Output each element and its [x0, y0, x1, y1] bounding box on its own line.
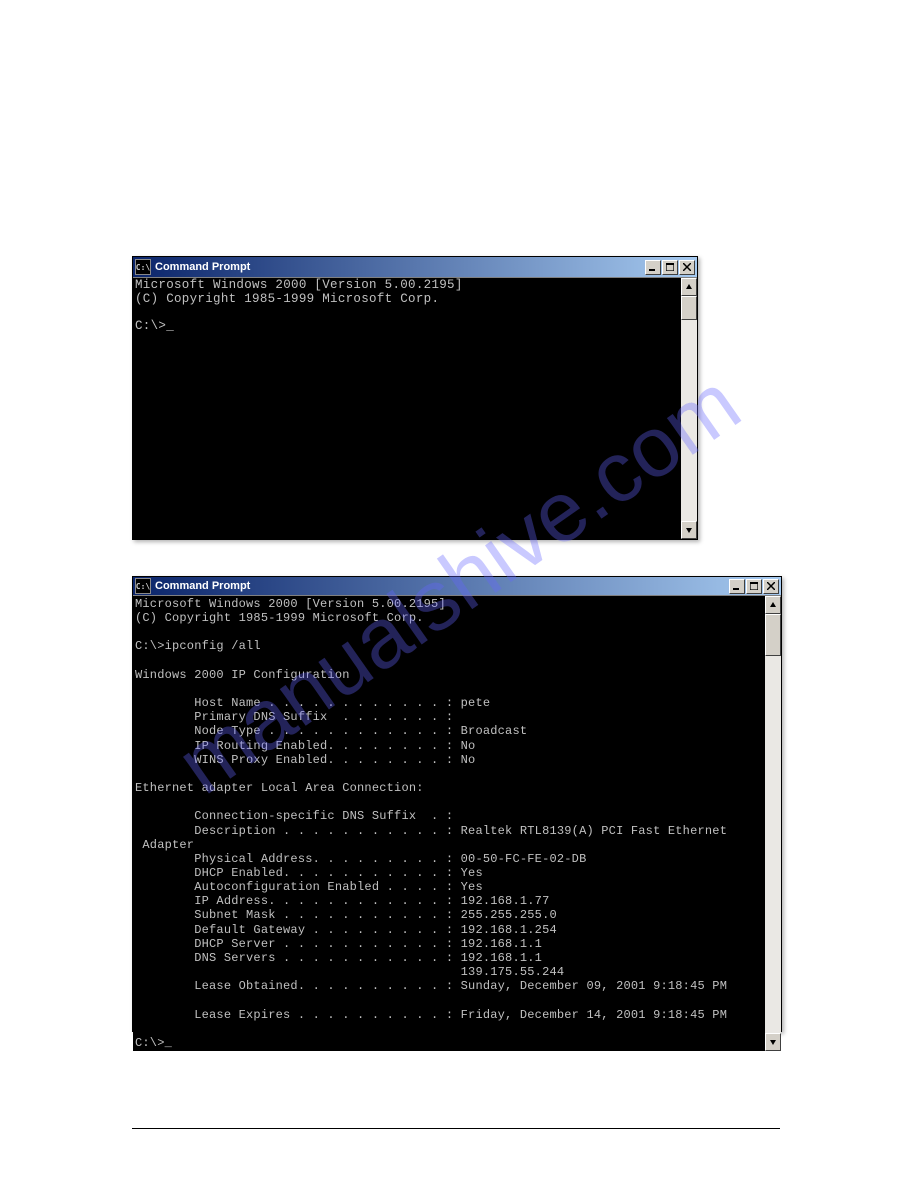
vertical-scrollbar[interactable]: [681, 278, 697, 539]
titlebar[interactable]: C:\ Command Prompt: [133, 577, 781, 595]
scroll-thumb[interactable]: [765, 614, 781, 656]
scroll-up-button[interactable]: [681, 278, 697, 296]
minimize-button[interactable]: [729, 579, 745, 594]
scroll-down-button[interactable]: [681, 521, 697, 539]
terminal-output[interactable]: Microsoft Windows 2000 [Version 5.00.219…: [133, 278, 681, 539]
scroll-track[interactable]: [681, 296, 697, 521]
vertical-scrollbar[interactable]: [765, 596, 781, 1051]
close-button[interactable]: [679, 260, 695, 275]
command-prompt-window-1: C:\ Command Prompt Microsoft Windows 200…: [132, 256, 698, 540]
maximize-button[interactable]: [662, 260, 678, 275]
cmd-icon[interactable]: C:\: [135, 578, 151, 594]
command-prompt-window-2: C:\ Command Prompt Microsoft Windows 200…: [132, 576, 782, 1032]
window-title: Command Prompt: [155, 580, 250, 592]
maximize-button[interactable]: [746, 579, 762, 594]
scroll-up-button[interactable]: [765, 596, 781, 614]
scroll-down-button[interactable]: [765, 1033, 781, 1051]
scroll-track[interactable]: [765, 614, 781, 1033]
titlebar[interactable]: C:\ Command Prompt: [133, 257, 697, 277]
window-title: Command Prompt: [155, 261, 250, 273]
scroll-thumb[interactable]: [681, 296, 697, 320]
close-button[interactable]: [763, 579, 779, 594]
terminal-output[interactable]: Microsoft Windows 2000 [Version 5.00.219…: [133, 596, 765, 1051]
horizontal-rule: [132, 1128, 780, 1129]
cmd-icon[interactable]: C:\: [135, 259, 151, 275]
minimize-button[interactable]: [645, 260, 661, 275]
